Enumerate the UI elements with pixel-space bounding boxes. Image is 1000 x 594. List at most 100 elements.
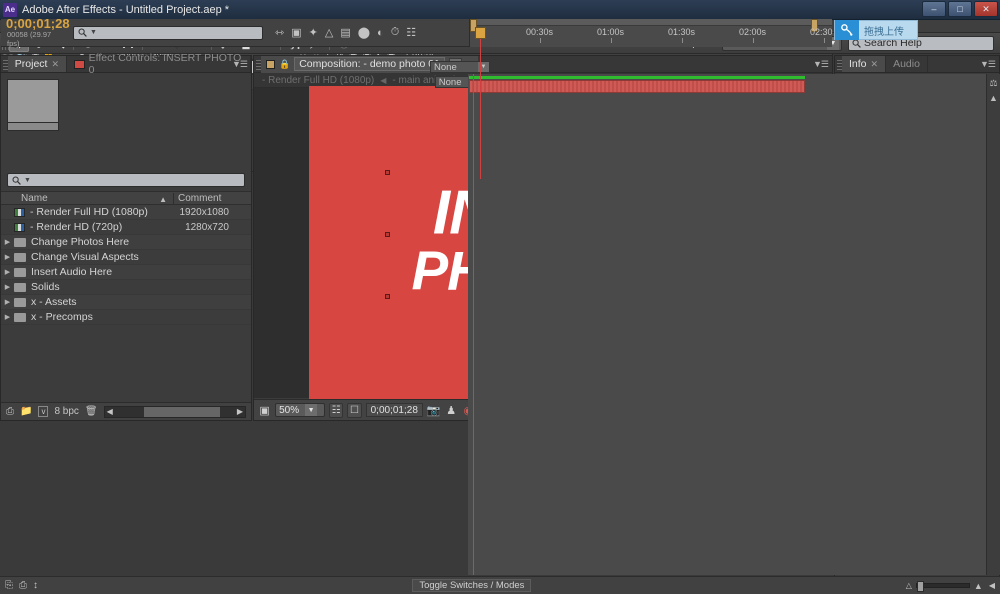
project-column-headers: Name ▲ Comment — [1, 191, 251, 205]
twirl-down-icon[interactable]: ▶ — [1, 298, 14, 306]
scroll-left-icon[interactable]: ◀ — [105, 407, 113, 416]
minimize-button[interactable]: – — [922, 1, 946, 17]
zoom-select[interactable]: 50% ▼ — [275, 403, 325, 417]
timeline-search-input[interactable]: ▼ — [73, 26, 263, 40]
list-item[interactable]: ▶ Insert Audio Here — [1, 265, 251, 280]
always-preview-icon[interactable]: ▣ — [258, 404, 271, 417]
search-icon — [78, 28, 87, 37]
timeline-tool-icons: ⇿ ▣ ✦ △ ▤ ⬤ ◐ ⏱ ☷ — [275, 26, 416, 39]
column-name[interactable]: Name ▲ — [1, 193, 173, 204]
new-comp-icon[interactable]: ⎙ — [6, 406, 14, 417]
scrollbar-thumb[interactable] — [144, 407, 220, 417]
close-icon[interactable]: ✕ — [51, 59, 59, 70]
delete-icon[interactable]: 🗑 — [85, 406, 98, 417]
current-time-display[interactable]: 0;00;01;28 — [366, 403, 423, 417]
upload-icon — [835, 20, 859, 40]
composition-flowchart-icon[interactable]: ⎘ — [5, 580, 13, 591]
live-update-icon[interactable]: ☷ — [406, 26, 416, 39]
list-item[interactable]: ▶ Change Visual Aspects — [1, 250, 251, 265]
toggle-switches-modes-button[interactable]: Toggle Switches / Modes — [412, 579, 531, 592]
scroll-up-icon[interactable]: ▲ — [989, 93, 998, 103]
panel-menu-icon[interactable]: ▼☰ — [980, 59, 995, 70]
tab-audio-label: Audio — [893, 58, 920, 70]
timeline-ruler[interactable]: 00:30s 01:00s 01:30s 02:00s 02:30 — [469, 19, 832, 47]
maximize-button[interactable]: □ — [948, 1, 972, 17]
selection-handle[interactable] — [385, 294, 390, 299]
timeline-current-frame: 00058 (29.97 fps) — [1, 30, 65, 48]
panel-menu-icon[interactable]: ▼☰ — [813, 59, 828, 70]
show-snapshot-icon[interactable]: ♟ — [445, 404, 458, 417]
layer-duration-bar[interactable] — [469, 80, 805, 93]
composition-mini-flowchart-icon[interactable]: ⇿ — [275, 26, 284, 39]
tab-info[interactable]: Info ✕ — [842, 56, 886, 72]
zoom-slider-track[interactable] — [916, 583, 970, 588]
stretch-icon[interactable]: ↕ — [33, 580, 38, 591]
auto-keyframe-icon[interactable]: ⏱ — [391, 26, 400, 39]
list-item[interactable]: ▶ x - Precomps — [1, 310, 251, 325]
graph-editor-icon[interactable]: ◐ — [377, 27, 384, 39]
comp-swatch-icon — [266, 60, 275, 69]
layer-parent-value: None — [434, 62, 457, 73]
motion-blur-icon[interactable]: ▤ — [340, 26, 350, 39]
lock-icon[interactable]: 🔒 — [279, 59, 290, 70]
layer-parent-select[interactable]: None ▼ — [430, 61, 490, 73]
brainstorm-icon[interactable]: ⬤ — [358, 26, 370, 39]
twirl-down-icon[interactable]: ▶ — [1, 268, 14, 276]
new-folder-icon[interactable]: 📁 — [20, 406, 32, 417]
draft-3d-icon[interactable]: ▣ — [291, 26, 301, 39]
zoom-in-icon[interactable]: ▲ — [974, 581, 983, 591]
hide-shy-layers-icon[interactable]: ✦ — [309, 26, 318, 39]
bit-depth-icon[interactable]: v — [38, 406, 48, 417]
column-comment[interactable]: Comment — [173, 193, 251, 204]
tab-project[interactable]: Project ✕ — [8, 56, 67, 72]
twirl-down-icon[interactable]: ▶ — [1, 313, 14, 321]
work-area-bar[interactable] — [470, 19, 832, 26]
ruler-tick-labels: 00:30s 01:00s 01:30s 02:00s 02:30 — [470, 27, 832, 47]
scroll-left-icon[interactable]: ◀ — [989, 581, 995, 590]
close-button[interactable]: ✕ — [974, 1, 998, 17]
ruler-tick-1: 01:00s — [597, 27, 624, 37]
timeline-track-area[interactable] — [468, 74, 986, 575]
timeline-header: 0;00;01;28 00058 (29.97 fps) ▼ ⇿ ▣ ✦ △ ▤… — [1, 19, 832, 47]
selection-handle[interactable] — [385, 232, 390, 237]
grid-guides-icon[interactable]: ☷ — [329, 403, 343, 418]
comp-marker-icon[interactable]: ⚖ — [989, 78, 997, 89]
scroll-right-icon[interactable]: ▶ — [237, 407, 245, 416]
list-item[interactable]: ▶ Solids — [1, 280, 251, 295]
zoom-slider-knob[interactable] — [917, 581, 924, 592]
twirl-down-icon[interactable]: ▶ — [1, 238, 14, 246]
tab-effect-controls[interactable]: Effect Controls: INSERT PHOTO 0 — [67, 56, 251, 72]
layer-switches-icon[interactable]: ⎙ — [19, 580, 27, 591]
tab-audio[interactable]: Audio — [886, 56, 928, 72]
list-item[interactable]: - Render HD (720p) 1280x720 — [1, 220, 251, 235]
current-time-indicator[interactable] — [475, 27, 486, 39]
timeline-zoom-slider[interactable]: △ ▲ — [906, 581, 983, 591]
drag-upload-badge[interactable]: 拖拽上传 — [834, 20, 918, 40]
app-logo-icon: Ae — [3, 3, 17, 17]
item-name: - Render HD (720p) — [30, 221, 122, 233]
frame-blending-icon[interactable]: △ — [325, 26, 333, 39]
region-of-interest-icon[interactable]: ☐ — [347, 403, 361, 418]
layer-parent-value: None — [439, 77, 462, 88]
timeline-right-rail: ⚖ ▲ — [986, 74, 1000, 575]
zoom-out-icon[interactable]: △ — [906, 581, 912, 590]
title-bar: Ae Adobe After Effects - Untitled Projec… — [0, 0, 1000, 20]
snapshot-icon[interactable]: 📷 — [427, 404, 441, 417]
list-item[interactable]: ▶ x - Assets — [1, 295, 251, 310]
list-item[interactable]: - Render Full HD (1080p) 1920x1080 — [1, 205, 251, 220]
selection-handle[interactable] — [385, 170, 390, 175]
list-item[interactable]: ▶ Change Photos Here — [1, 235, 251, 250]
breadcrumb-item-0[interactable]: - Render Full HD (1080p) — [262, 75, 374, 86]
bit-depth-label[interactable]: 8 bpc — [54, 406, 78, 417]
panel-menu-icon[interactable]: ▼☰ — [232, 59, 247, 70]
ruler-tick-4: 02:30 — [810, 27, 833, 37]
item-name: Insert Audio Here — [31, 266, 112, 278]
close-icon[interactable]: ✕ — [871, 59, 879, 70]
project-search-input[interactable]: ▼ — [7, 173, 245, 187]
project-horizontal-scrollbar[interactable]: ◀ ▶ — [104, 406, 246, 418]
twirl-down-icon[interactable]: ▶ — [1, 253, 14, 261]
item-name: Change Photos Here — [31, 236, 129, 248]
composition-icon — [14, 208, 25, 217]
timeline-current-time[interactable]: 0;00;01;28 — [1, 17, 65, 30]
twirl-down-icon[interactable]: ▶ — [1, 283, 14, 291]
